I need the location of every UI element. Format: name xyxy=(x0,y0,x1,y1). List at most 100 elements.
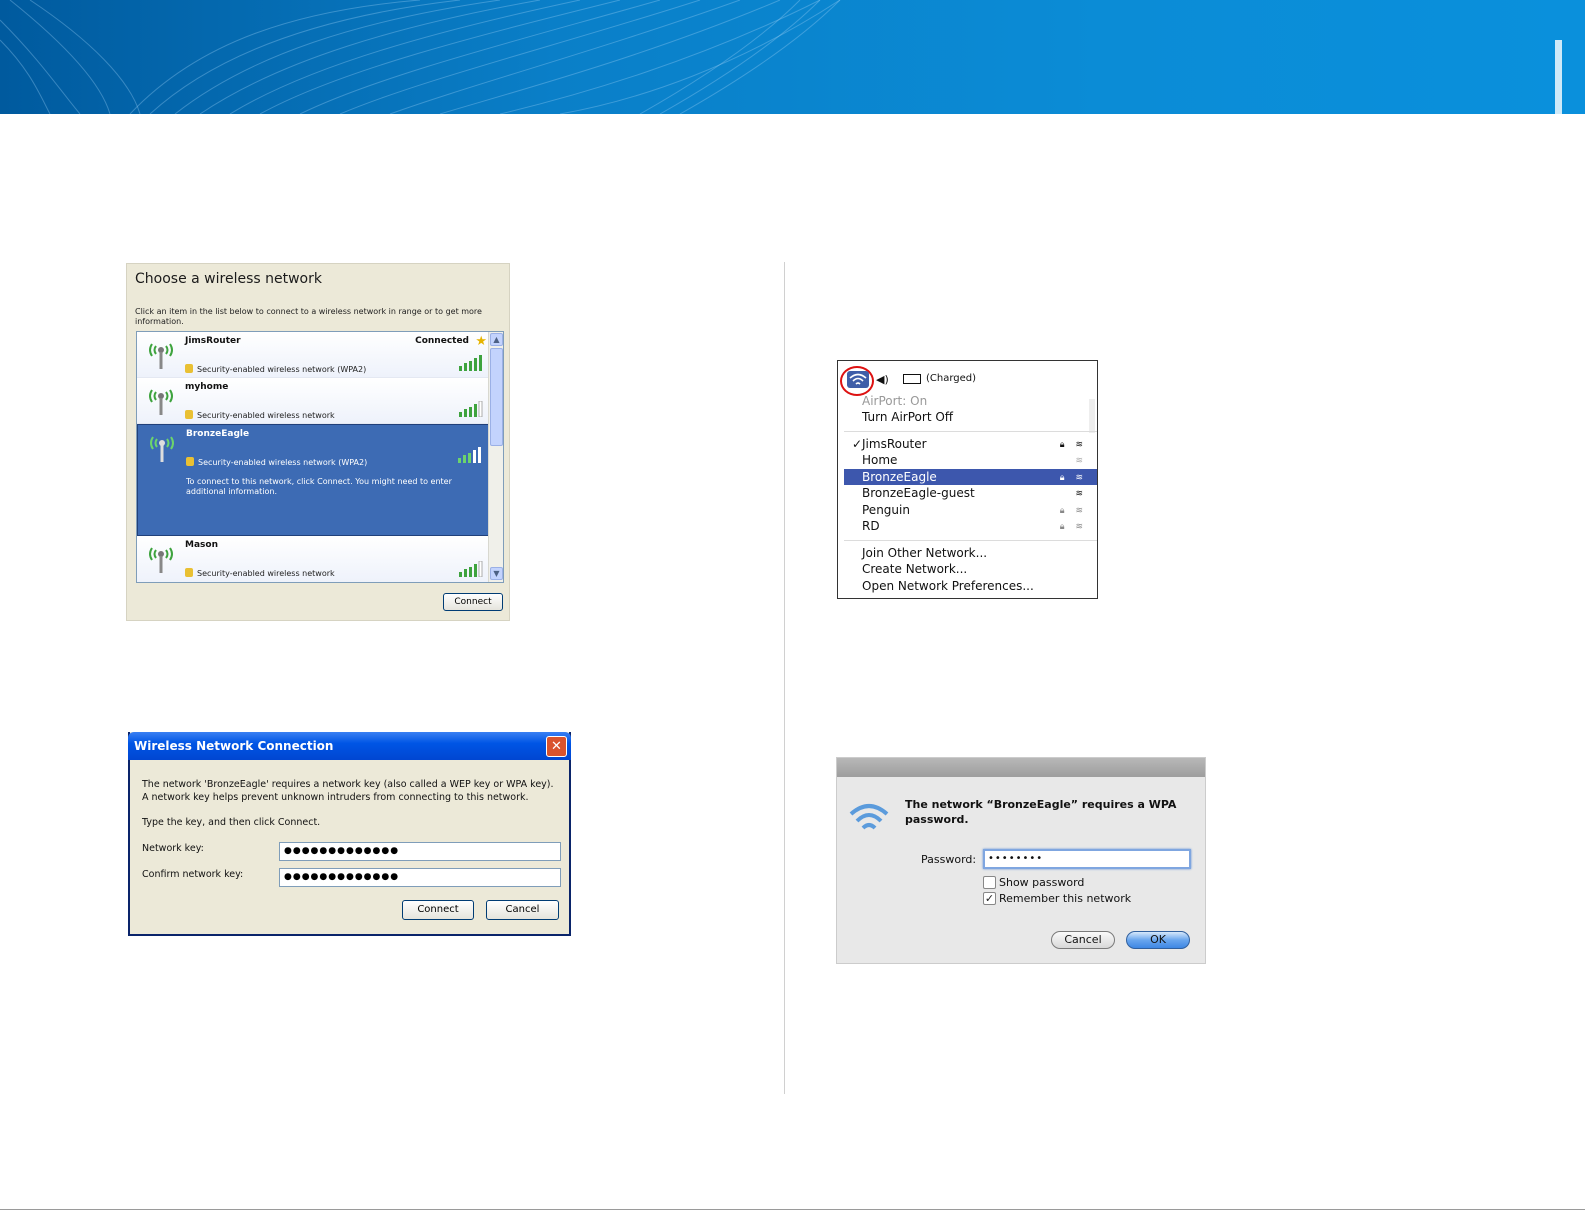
xp-choose-network-panel: Choose a wireless network Click an item … xyxy=(126,263,510,621)
show-password-label: Show password xyxy=(999,876,1085,889)
menu-separator xyxy=(844,540,1097,541)
security-text: Security-enabled wireless network (WPA2) xyxy=(198,458,368,467)
security-line: Security-enabled wireless network (WPA2) xyxy=(186,457,367,467)
connect-button[interactable]: Connect xyxy=(402,900,474,920)
wifi-icon xyxy=(849,373,867,385)
network-item-jimsrouter[interactable]: JimsRouter Connected ★ Security-enabled … xyxy=(137,332,489,378)
menu-separator xyxy=(844,431,1097,432)
network-key-label: Network key: xyxy=(142,843,204,854)
menu-network-rd[interactable]: RD 🔒︎ ≋ xyxy=(844,518,1097,534)
menu-network-name: BronzeEagle xyxy=(862,470,937,484)
scroll-thumb[interactable] xyxy=(490,348,503,446)
menu-bar: ◀) (Charged) xyxy=(838,361,1097,397)
security-line: Security-enabled wireless network xyxy=(185,568,335,578)
confirm-key-label: Confirm network key: xyxy=(142,869,244,880)
menu-network-home[interactable]: Home ≋ xyxy=(844,452,1097,468)
open-network-preferences-item[interactable]: Open Network Preferences... xyxy=(844,578,1097,594)
dialog-message: The network “BronzeEagle” requires a WPA… xyxy=(905,798,1177,826)
dialog-instruction: Type the key, and then click Connect. xyxy=(142,817,321,828)
close-icon[interactable]: ✕ xyxy=(546,736,567,757)
network-item-bronzeeagle[interactable]: BronzeEagle Security-enabled wireless ne… xyxy=(137,424,489,536)
network-name: BronzeEagle xyxy=(186,429,250,439)
star-icon: ★ xyxy=(475,334,487,349)
column-divider xyxy=(784,262,785,1094)
wifi-icon xyxy=(849,804,889,830)
signal-strength-icon xyxy=(459,355,482,371)
join-other-network-item[interactable]: Join Other Network... xyxy=(844,545,1097,561)
connection-status: Connected xyxy=(415,336,469,346)
cancel-button[interactable]: Cancel xyxy=(486,900,559,920)
network-info-text: To connect to this network, click Connec… xyxy=(186,477,452,496)
network-name: myhome xyxy=(185,382,229,392)
ok-button[interactable]: OK xyxy=(1126,931,1190,949)
footer-rule xyxy=(0,1209,1585,1210)
lock-wifi-icon: 🔒︎ ≋ xyxy=(1059,473,1087,483)
connect-button[interactable]: Connect xyxy=(443,593,503,611)
wireless-antenna-icon xyxy=(149,389,173,415)
lock-wifi-icon: 🔒︎ ≋ xyxy=(1059,440,1087,450)
cancel-button[interactable]: Cancel xyxy=(1051,931,1115,949)
menu-network-name: JimsRouter xyxy=(862,437,927,451)
lock-icon xyxy=(186,457,194,466)
security-text: Security-enabled wireless network xyxy=(197,411,335,420)
remember-network-checkbox[interactable]: ✓ xyxy=(983,892,996,905)
header-banner xyxy=(0,0,1585,114)
network-key-input[interactable]: ●●●●●●●●●●●●● xyxy=(279,842,561,861)
airport-status: AirPort: On xyxy=(862,394,928,408)
network-list: JimsRouter Connected ★ Security-enabled … xyxy=(136,331,504,583)
battery-icon[interactable] xyxy=(903,374,921,384)
wifi-icon: ≋ xyxy=(1075,456,1087,466)
password-label: Password: xyxy=(921,853,977,866)
network-name: JimsRouter xyxy=(185,336,241,346)
wifi-icon: ≋ xyxy=(1075,489,1087,499)
menu-network-name: BronzeEagle-guest xyxy=(862,486,975,500)
lock-wifi-icon: 🔒︎ ≋ xyxy=(1059,506,1087,516)
wireless-antenna-icon xyxy=(150,436,174,462)
menu-network-jimsrouter[interactable]: ✓ JimsRouter 🔒︎ ≋ xyxy=(844,436,1097,452)
security-line: Security-enabled wireless network xyxy=(185,410,335,420)
banner-swirl-graphic xyxy=(0,0,1562,114)
menu-network-bronzeeagle-guest[interactable]: BronzeEagle-guest ≋ xyxy=(844,485,1097,501)
lock-icon xyxy=(185,364,193,373)
mac-airport-menu: ◀) (Charged) AirPort: On Turn AirPort Of… xyxy=(837,360,1098,599)
security-line: Security-enabled wireless network (WPA2) xyxy=(185,364,366,374)
menu-network-bronzeeagle[interactable]: BronzeEagle 🔒︎ ≋ xyxy=(844,469,1097,485)
remember-network-label: Remember this network xyxy=(999,892,1132,905)
panel-title: Choose a wireless network xyxy=(135,271,322,287)
network-item-mason[interactable]: Mason Security-enabled wireless network xyxy=(137,536,489,582)
mac-wpa-password-dialog: The network “BronzeEagle” requires a WPA… xyxy=(836,757,1206,964)
menu-network-name: Home xyxy=(862,453,898,467)
show-password-checkbox[interactable] xyxy=(983,876,996,889)
network-name: Mason xyxy=(185,540,218,550)
confirm-key-input[interactable]: ●●●●●●●●●●●●● xyxy=(279,868,561,887)
xp-network-key-dialog: Wireless Network Connection ✕ The networ… xyxy=(128,732,571,936)
menu-network-name: Penguin xyxy=(862,503,910,517)
scroll-down-icon[interactable]: ▼ xyxy=(490,567,503,580)
battery-status: (Charged) xyxy=(926,373,977,384)
wireless-antenna-icon xyxy=(149,547,173,573)
dialog-titlebar: Wireless Network Connection ✕ xyxy=(128,732,571,760)
wireless-antenna-icon xyxy=(149,343,173,369)
signal-strength-icon xyxy=(458,447,481,463)
network-item-myhome[interactable]: myhome Security-enabled wireless network xyxy=(137,378,489,424)
turn-airport-off-item[interactable]: Turn AirPort Off xyxy=(844,409,1097,425)
signal-strength-icon xyxy=(459,401,483,417)
menu-network-penguin[interactable]: Penguin 🔒︎ ≋ xyxy=(844,502,1097,518)
scroll-up-icon[interactable]: ▲ xyxy=(490,333,503,346)
security-text: Security-enabled wireless network xyxy=(197,569,335,578)
list-scrollbar[interactable]: ▲ ▼ xyxy=(488,332,503,582)
password-input[interactable]: •••••••• xyxy=(983,849,1191,869)
dialog-titlebar xyxy=(837,758,1205,777)
panel-description: Click an item in the list below to conne… xyxy=(135,307,482,326)
lock-icon xyxy=(185,410,193,419)
page: Choose a wireless network Click an item … xyxy=(0,0,1585,1225)
dialog-title: Wireless Network Connection xyxy=(134,739,334,753)
lock-wifi-icon: 🔒︎ ≋ xyxy=(1059,522,1087,532)
lock-icon xyxy=(185,568,193,577)
signal-strength-icon xyxy=(459,561,483,577)
menu-network-name: RD xyxy=(862,519,880,533)
create-network-item[interactable]: Create Network... xyxy=(844,561,1097,577)
airport-menu-icon[interactable] xyxy=(847,371,869,388)
checkmark-icon: ✓ xyxy=(852,437,863,451)
speaker-icon[interactable]: ◀) xyxy=(876,373,889,386)
